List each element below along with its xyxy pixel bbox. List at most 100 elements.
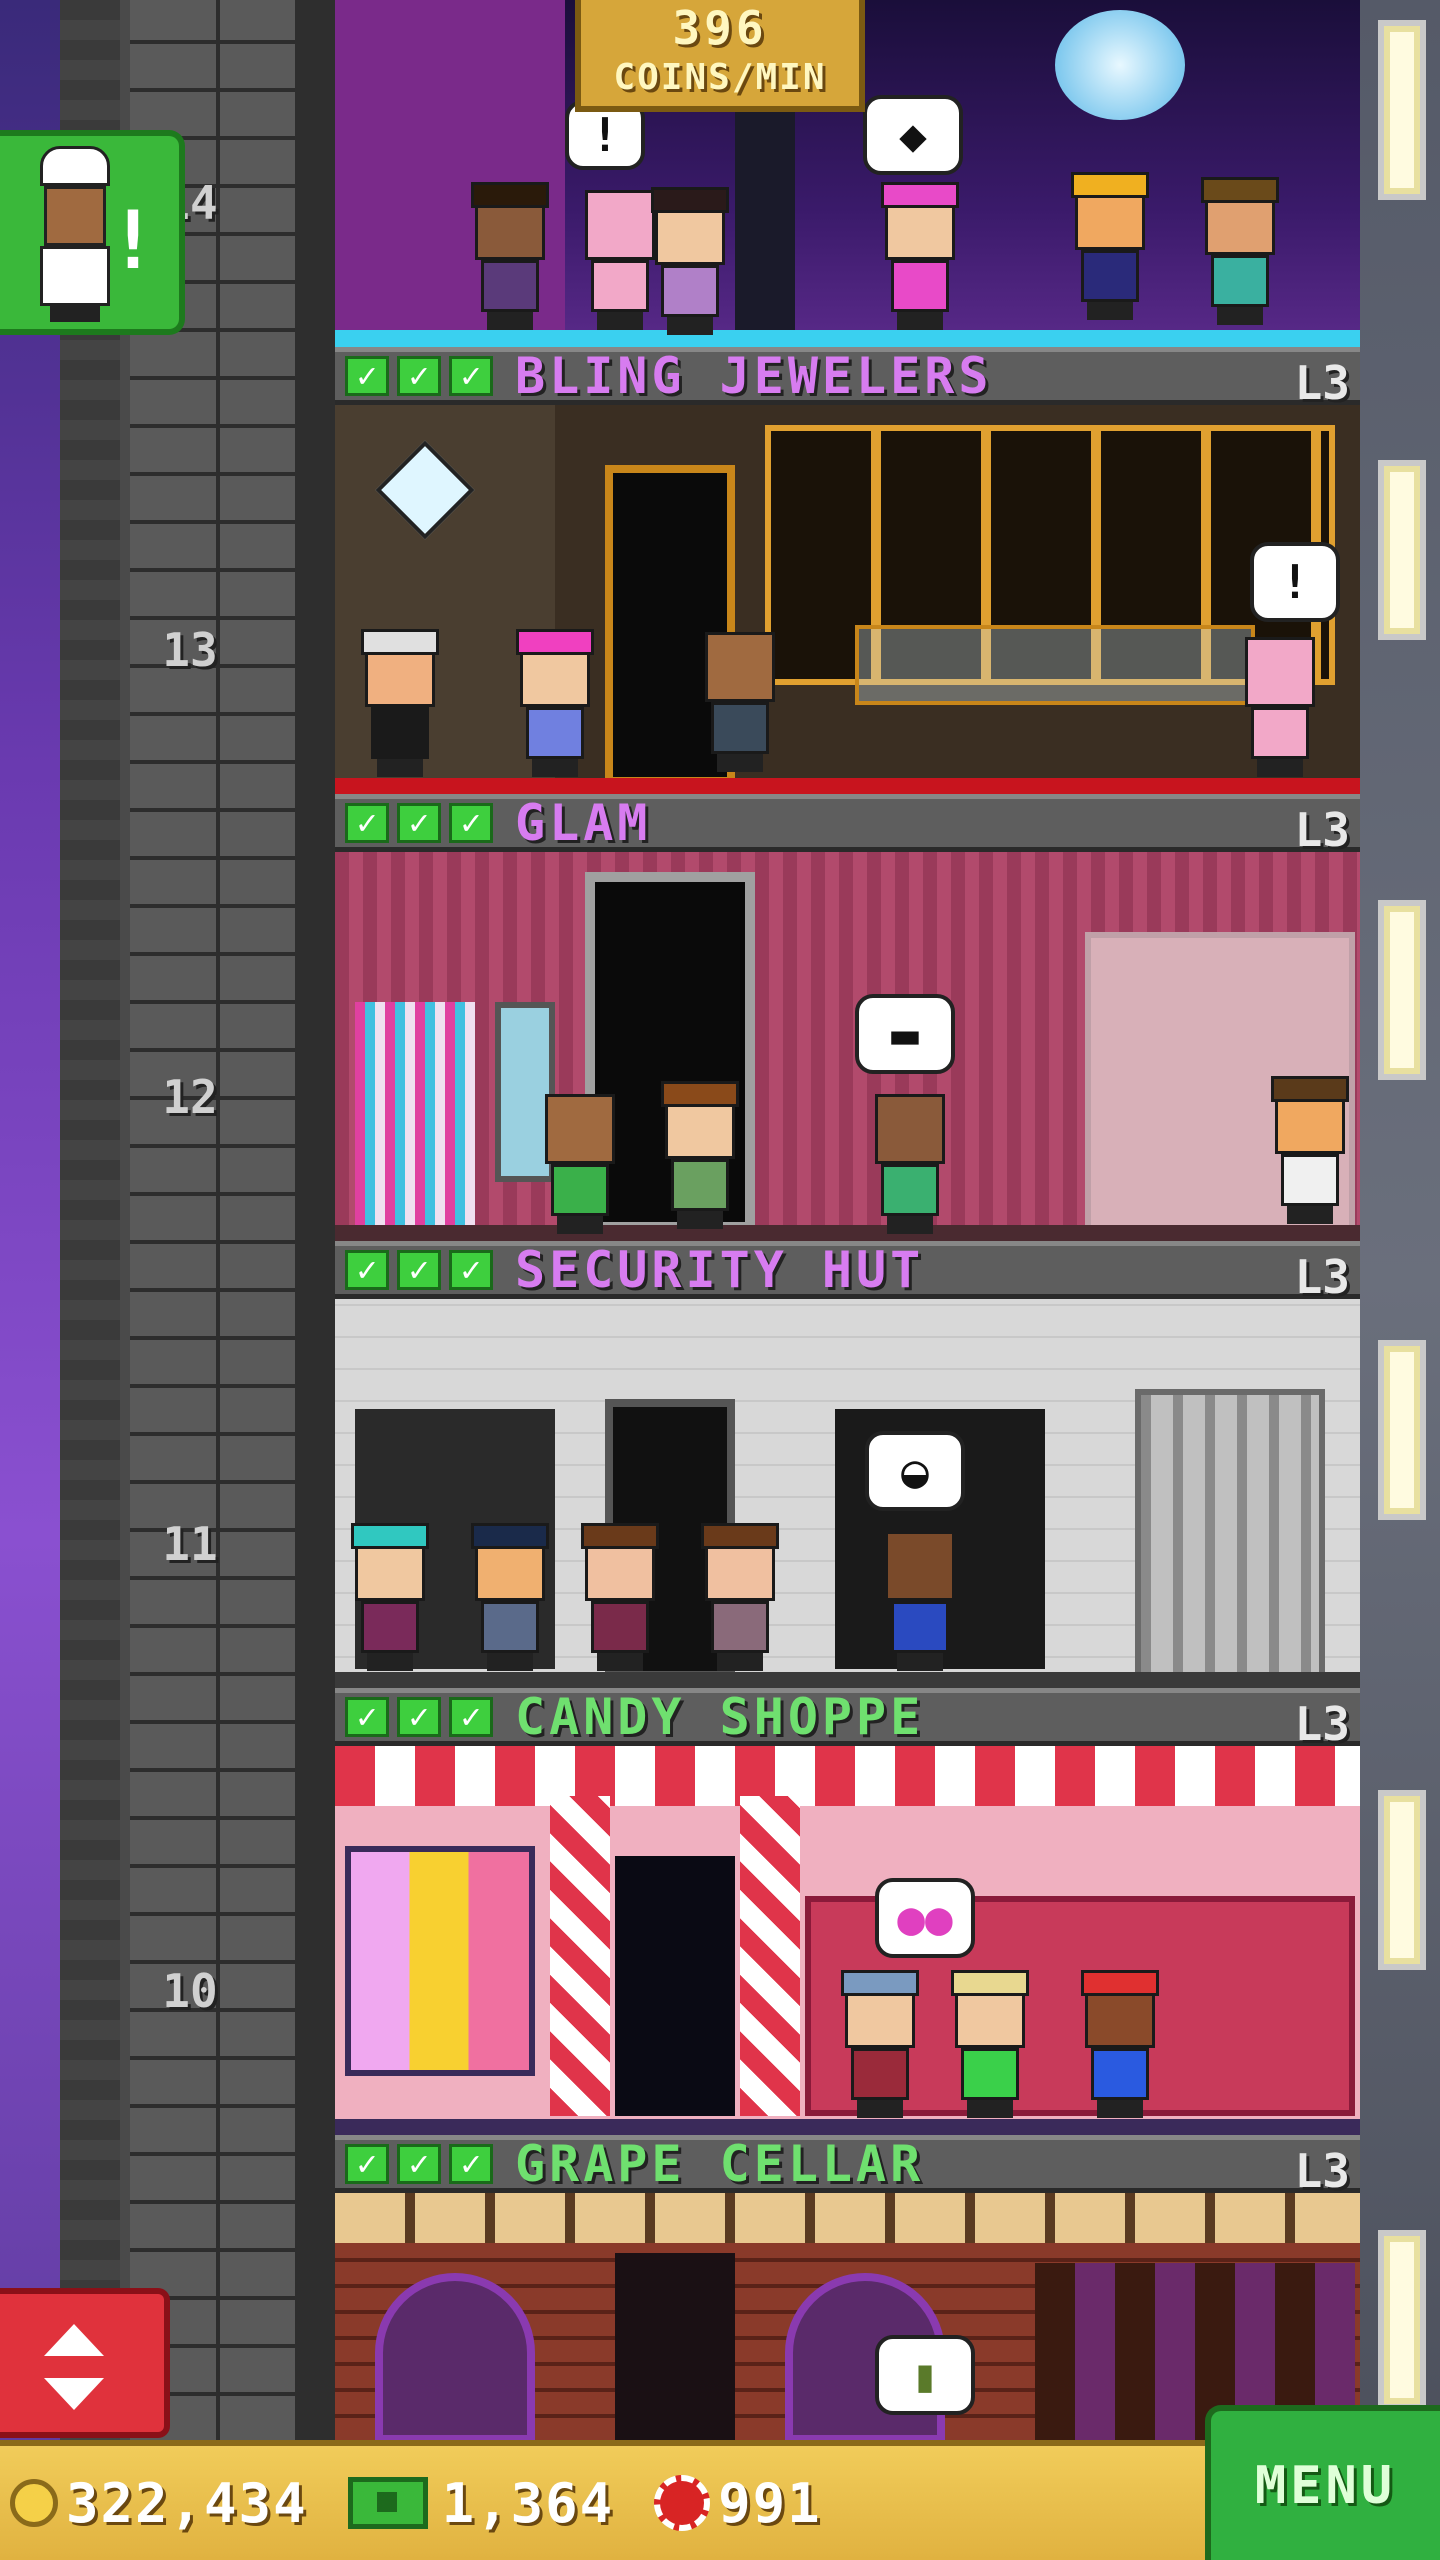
bitizen[interactable] (1195, 177, 1285, 325)
wine-arch (375, 2273, 535, 2440)
alert-bubble[interactable]: ! (1250, 542, 1340, 622)
record-icon: ◆ (899, 108, 927, 162)
floor-base (335, 1225, 1360, 1241)
chef-notification-button[interactable]: ! (0, 130, 185, 335)
bitizen-clown[interactable] (1075, 1970, 1165, 2118)
handbag-icon: ▬ (891, 1007, 919, 1061)
bitizen[interactable] (655, 1081, 745, 1229)
bitizen[interactable] (465, 182, 555, 330)
floor-level: L3 (1294, 1250, 1350, 1304)
floor-grape-cellar[interactable]: ✓ ✓ ✓ GRAPE CELLAR L3 ▮ (335, 2135, 1360, 2440)
floor-bling-jewelers[interactable]: ✓ ✓ ✓ BLING JEWELERS L3 ! (335, 347, 1360, 794)
bitizen[interactable] (1065, 172, 1155, 320)
checkmark-icon: ✓ (397, 803, 441, 843)
menu-button[interactable]: MENU (1205, 2405, 1440, 2560)
bitizen[interactable] (575, 1523, 665, 1671)
notification-badge: ! (108, 194, 157, 287)
wine-bottle-icon: ▮ (911, 2348, 939, 2402)
shaft-rail (295, 0, 335, 2440)
shaft-floor-number: 10 (162, 1964, 218, 2018)
checkmark-icon: ✓ (345, 356, 389, 396)
floor-label-bar: ✓ ✓ ✓ CANDY SHOPPE L3 (335, 1688, 1360, 1751)
bitizen[interactable] (355, 629, 445, 777)
sky-background (0, 0, 60, 2560)
checkmark-icon: ✓ (345, 2144, 389, 2184)
coins-counter[interactable]: 322,434 (10, 2472, 308, 2535)
thought-bubble[interactable]: ◒ (865, 1431, 965, 1511)
tower: ◆ ! ✓ ✓ ✓ BLING JEWELERS L3 ! ✓ ✓ ✓ GLAM… (335, 0, 1360, 2440)
bitizen[interactable] (345, 1523, 435, 1671)
floor-label-bar: ✓ ✓ ✓ SECURITY HUT L3 (335, 1241, 1360, 1304)
candy-icon: ●● (897, 1891, 953, 1945)
coins-value: 322,434 (66, 2471, 308, 2535)
checkmark-icon: ✓ (449, 803, 493, 843)
floor-glam[interactable]: ✓ ✓ ✓ GLAM L3 ▬ (335, 794, 1360, 1241)
thought-bubble[interactable]: ●● (875, 1878, 975, 1958)
doorway (615, 2253, 735, 2440)
floor-base (335, 2119, 1360, 2135)
bitizen[interactable] (645, 187, 735, 335)
bitizen-security-guard[interactable] (465, 1523, 555, 1671)
floor-level: L3 (1294, 1697, 1350, 1751)
bitizen[interactable] (875, 182, 965, 330)
elevator-shaft[interactable] (60, 0, 335, 2440)
chip-icon (654, 2475, 711, 2531)
tower-exterior-wall (1360, 0, 1440, 2560)
striped-awning (335, 1746, 1360, 1806)
gumball-dispensers (345, 1846, 535, 2076)
checkmark-icon: ✓ (449, 1250, 493, 1290)
jail-cell (1135, 1389, 1325, 1679)
bitizen[interactable] (875, 1531, 965, 1671)
bux-value: 1,364 (441, 2471, 615, 2535)
coins-per-min-badge: 396 COINS/MIN (575, 0, 865, 112)
bitizen[interactable] (865, 1094, 955, 1234)
room-interior (335, 2193, 1360, 2440)
exterior-window (1378, 1790, 1426, 1970)
checkmark-icon: ✓ (345, 1697, 389, 1737)
room-interior (335, 405, 1360, 794)
doorway (615, 1856, 735, 2116)
thought-bubble[interactable]: ◆ (863, 95, 963, 175)
checkmark-icon: ✓ (449, 2144, 493, 2184)
floor-label-bar: ✓ ✓ ✓ GLAM L3 (335, 794, 1360, 857)
floor-carpet (335, 778, 1360, 794)
checkmark-icon: ✓ (345, 1250, 389, 1290)
checkmark-icon: ✓ (397, 1250, 441, 1290)
exclamation-icon: ! (591, 108, 619, 162)
coins-per-min-unit: COINS/MIN (613, 57, 827, 98)
floor-name: CANDY SHOPPE (515, 1688, 925, 1746)
floor-level: L3 (1294, 803, 1350, 857)
floor-candy-shoppe[interactable]: ✓ ✓ ✓ CANDY SHOPPE L3 ●● (335, 1688, 1360, 2135)
jewelry-display-case (855, 625, 1255, 705)
floor-security-hut[interactable]: ✓ ✓ ✓ SECURITY HUT L3 ◒ (335, 1241, 1360, 1688)
exterior-window (1378, 900, 1426, 1080)
bitizen[interactable] (695, 632, 785, 772)
bitizen[interactable] (510, 629, 600, 777)
exterior-window (1378, 2230, 1426, 2410)
arrow-down-icon (44, 2378, 104, 2410)
bitizen[interactable] (535, 1094, 625, 1234)
wooden-beam (335, 2193, 1360, 2243)
bux-counter[interactable]: 1,364 (318, 2472, 615, 2535)
chips-counter[interactable]: 991 (624, 2472, 822, 2535)
bitizen[interactable] (1265, 1076, 1355, 1224)
thought-bubble[interactable]: ▬ (855, 994, 955, 1074)
elevator-button[interactable] (0, 2288, 170, 2438)
disco-ball (1055, 10, 1185, 120)
floor-name: SECURITY HUT (515, 1241, 925, 1299)
bitizen[interactable] (945, 1970, 1035, 2118)
bitizen-pig-costume[interactable] (1235, 637, 1325, 777)
floor-label-bar: ✓ ✓ ✓ BLING JEWELERS L3 (335, 347, 1360, 410)
shaft-floor-number: 13 (162, 623, 218, 677)
arrow-up-icon (44, 2324, 104, 2356)
bitizen[interactable] (695, 1523, 785, 1671)
dance-floor-edge (335, 330, 1360, 347)
checkmark-icon: ✓ (397, 2144, 441, 2184)
bitizen[interactable] (835, 1970, 925, 2118)
checkmark-icon: ✓ (449, 1697, 493, 1737)
thought-bubble[interactable]: ▮ (875, 2335, 975, 2415)
exterior-window (1378, 20, 1426, 200)
floor-name: GLAM (515, 794, 652, 852)
floor-label-bar: ✓ ✓ ✓ GRAPE CELLAR L3 (335, 2135, 1360, 2198)
checkmark-icon: ✓ (397, 356, 441, 396)
